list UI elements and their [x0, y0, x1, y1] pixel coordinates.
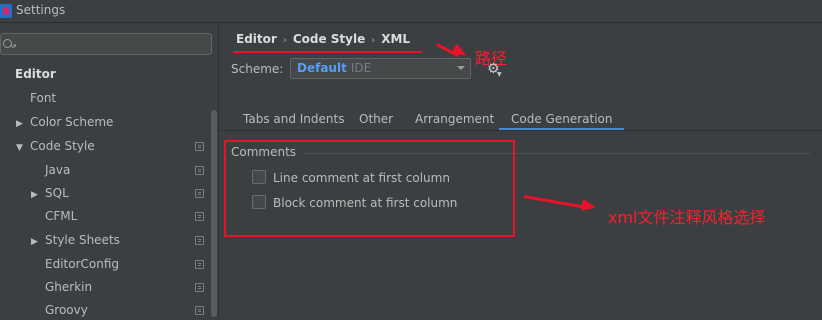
title-bar: Settings — [0, 0, 822, 23]
sidebar-item-code-style[interactable]: ▼ Code Style — [16, 136, 95, 156]
tab-arrangement[interactable]: Arrangement — [403, 107, 506, 131]
expand-arrow-icon[interactable]: ▶ — [31, 232, 45, 252]
tab-tabs-and-indents[interactable]: Tabs and Indents — [231, 107, 356, 131]
gear-caret-icon: ▼ — [497, 71, 502, 78]
chevron-down-icon — [457, 66, 465, 70]
sidebar-item-cfml[interactable]: CFML — [45, 206, 77, 226]
search-input[interactable]: ▾ — [0, 33, 212, 55]
annotation-arrow-head — [581, 198, 597, 214]
sidebar-item-label: Style Sheets — [45, 233, 120, 247]
breadcrumb: Editor › Code Style › XML — [236, 32, 410, 46]
sidebar-item-font[interactable]: Font — [30, 88, 56, 108]
project-copy-icon — [195, 189, 204, 198]
project-copy-icon — [195, 212, 204, 221]
sidebar-item-label: EditorConfig — [45, 257, 120, 271]
sidebar-item-label: Color Scheme — [30, 115, 114, 129]
sidebar-item-java[interactable]: Java — [45, 160, 70, 180]
expand-arrow-icon[interactable]: ▶ — [31, 185, 45, 205]
sidebar-scrollbar[interactable] — [211, 110, 217, 317]
sidebar-item-gherkin[interactable]: Gherkin — [45, 277, 92, 297]
sidebar-item-label: Groovy — [45, 303, 88, 317]
project-copy-icon — [195, 283, 204, 292]
project-copy-icon — [195, 236, 204, 245]
annotation-underline — [233, 51, 422, 53]
breadcrumb-separator: › — [371, 35, 376, 46]
sidebar-item-color-scheme[interactable]: ▶ Color Scheme — [16, 112, 113, 132]
sidebar-item-label: Font — [30, 91, 57, 105]
expand-arrow-icon[interactable]: ▶ — [16, 114, 30, 134]
search-icon: ▾ — [3, 37, 17, 51]
sidebar-item-label: Java — [45, 163, 71, 177]
settings-sidebar: ▾ Editor Font ▶ Color Scheme ▼ Code Style … — [0, 23, 219, 317]
breadcrumb-separator: › — [282, 35, 287, 46]
tab-other[interactable]: Other — [347, 107, 405, 131]
annotation-highlight-box — [224, 140, 515, 237]
sidebar-item-style-sheets[interactable]: ▶ Style Sheets — [31, 230, 120, 250]
project-copy-icon — [195, 260, 204, 269]
breadcrumb-item-editor[interactable]: Editor — [236, 32, 277, 46]
window-title: Settings — [16, 3, 66, 17]
scheme-label: Scheme: — [231, 62, 284, 76]
breadcrumb-item-xml: XML — [381, 32, 411, 46]
sidebar-item-editor[interactable]: Editor — [15, 64, 56, 84]
sidebar-item-label: Code Style — [30, 139, 95, 153]
app-logo-icon — [0, 4, 12, 18]
scheme-sub: IDE — [350, 61, 372, 75]
project-copy-icon — [195, 306, 204, 315]
sidebar-item-editorconfig[interactable]: EditorConfig — [45, 254, 119, 274]
sidebar-item-label: Editor — [15, 67, 56, 81]
annotation-comment-style-label: xml文件注释风格选择 — [608, 208, 766, 227]
scheme-value: Default — [297, 61, 347, 75]
project-copy-icon — [195, 142, 204, 151]
breadcrumb-item-code-style[interactable]: Code Style — [293, 32, 365, 46]
sidebar-item-sql[interactable]: ▶ SQL — [31, 183, 69, 203]
sidebar-item-label: SQL — [45, 186, 69, 200]
code-generation-panel: Comments Line comment at first column Bl… — [219, 131, 822, 317]
project-copy-icon — [195, 166, 204, 175]
tab-code-generation[interactable]: Code Generation — [499, 107, 625, 131]
sidebar-item-label: CFML — [45, 209, 78, 223]
settings-main-panel: Editor › Code Style › XML 路径 Scheme: Default… — [219, 23, 822, 317]
sidebar-item-label: Gherkin — [45, 280, 93, 294]
collapse-arrow-icon[interactable]: ▼ — [16, 138, 30, 158]
sidebar-item-groovy[interactable]: Groovy — [45, 300, 88, 320]
scheme-select[interactable]: Default IDE — [290, 58, 471, 79]
